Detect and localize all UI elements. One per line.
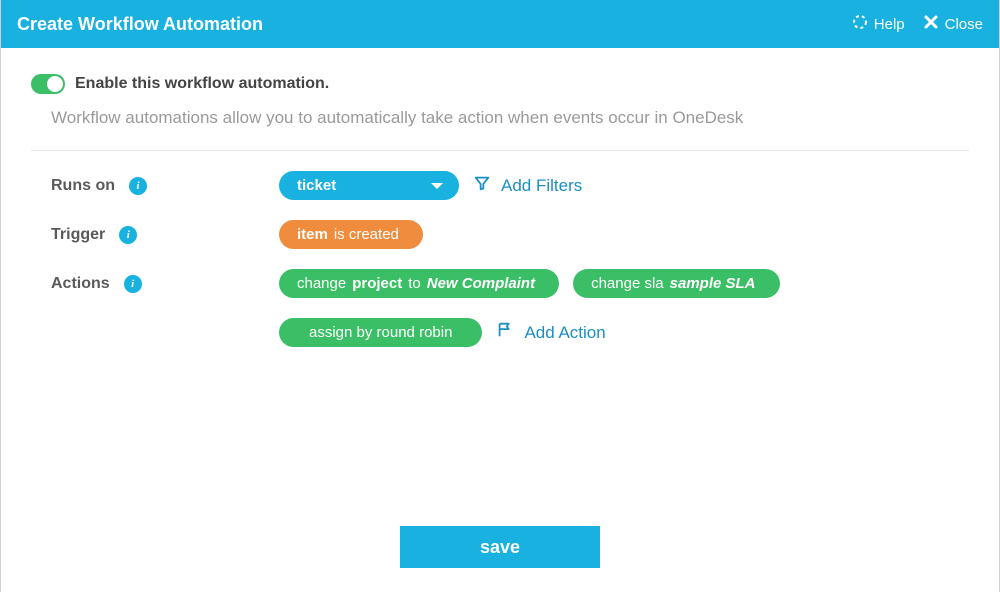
add-action-label: Add Action (524, 323, 605, 343)
action1-to: to (408, 275, 421, 292)
filter-icon (473, 174, 491, 197)
info-icon[interactable]: i (129, 177, 147, 195)
add-filters-button[interactable]: Add Filters (473, 174, 582, 197)
actions-label: Actions (51, 275, 110, 293)
action2-value: sample SLA (670, 275, 756, 292)
trigger-pill[interactable]: item is created (279, 220, 423, 249)
runs-on-label: Runs on (51, 177, 115, 195)
info-icon[interactable]: i (124, 275, 142, 293)
runs-on-select[interactable]: ticket (279, 171, 459, 200)
save-button[interactable]: save (400, 526, 600, 568)
trigger-item: item (297, 226, 328, 243)
add-filters-label: Add Filters (501, 176, 582, 196)
close-icon (923, 14, 939, 34)
action1-value: New Complaint (427, 275, 535, 292)
action-change-project[interactable]: change project to New Complaint (279, 269, 559, 298)
chevron-down-icon (431, 183, 443, 189)
trigger-label: Trigger (51, 226, 105, 244)
action3-text: assign by round robin (309, 324, 452, 341)
action-assign-round-robin[interactable]: assign by round robin (279, 318, 482, 347)
action2-change: change sla (591, 275, 664, 292)
help-icon (852, 14, 868, 34)
trigger-event: is created (334, 226, 399, 243)
description-text: Workflow automations allow you to automa… (51, 108, 969, 128)
runs-on-value: ticket (297, 177, 336, 194)
action1-field: project (352, 275, 402, 292)
action-change-sla[interactable]: change sla sample SLA (573, 269, 779, 298)
add-action-button[interactable]: Add Action (496, 321, 605, 344)
flag-icon (496, 321, 514, 344)
section-divider (31, 150, 969, 151)
help-button[interactable]: Help (852, 14, 905, 34)
action1-change: change (297, 275, 346, 292)
info-icon[interactable]: i (119, 226, 137, 244)
dialog-title: Create Workflow Automation (17, 14, 263, 35)
close-label: Close (945, 16, 983, 33)
enable-toggle[interactable] (31, 74, 65, 94)
help-label: Help (874, 16, 905, 33)
close-button[interactable]: Close (923, 14, 983, 34)
enable-label: Enable this workflow automation. (75, 75, 329, 93)
